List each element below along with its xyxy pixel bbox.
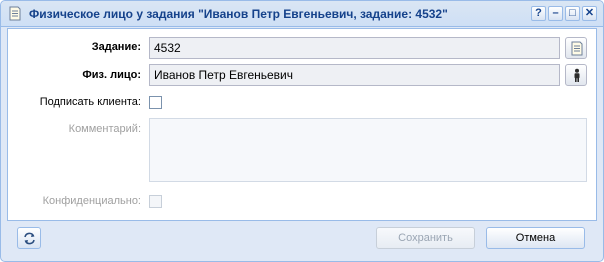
dialog-body: Задание: 4532 Физ. лицо: Иванов Петр Евг… [7,28,597,221]
dialog-titlebar[interactable]: Физическое лицо у задания "Иванов Петр Е… [1,1,603,27]
dialog-window: Физическое лицо у задания "Иванов Петр Е… [0,0,604,262]
comment-label: Комментарий: [68,123,141,135]
sign-client-checkbox[interactable] [149,96,162,109]
task-field[interactable]: 4532 [149,37,560,59]
person-label: Физ. лицо: [82,69,141,81]
cancel-button[interactable]: Отмена [486,227,585,249]
minimize-button[interactable]: – [548,6,563,21]
confidential-label: Конфиденциально: [42,195,141,207]
task-label: Задание: [91,41,141,53]
maximize-icon: □ [569,7,576,19]
help-icon: ? [535,7,542,19]
person-select-button[interactable] [565,64,587,86]
dialog-title: Физическое лицо у задания "Иванов Петр Е… [29,7,448,21]
person-field[interactable]: Иванов Петр Евгеньевич [149,64,560,86]
sign-client-label: Подписать клиента: [39,96,141,108]
confidential-checkbox[interactable] [149,195,162,208]
save-button[interactable]: Сохранить [376,227,475,249]
close-button[interactable]: ✕ [582,6,597,21]
comment-textarea[interactable] [149,118,587,182]
task-select-button[interactable] [565,37,587,59]
help-button[interactable]: ? [531,6,546,21]
maximize-button[interactable]: □ [565,6,580,21]
minimize-icon: – [552,7,559,19]
document-icon [8,6,22,21]
close-icon: ✕ [584,7,595,19]
refresh-button[interactable] [17,227,41,249]
